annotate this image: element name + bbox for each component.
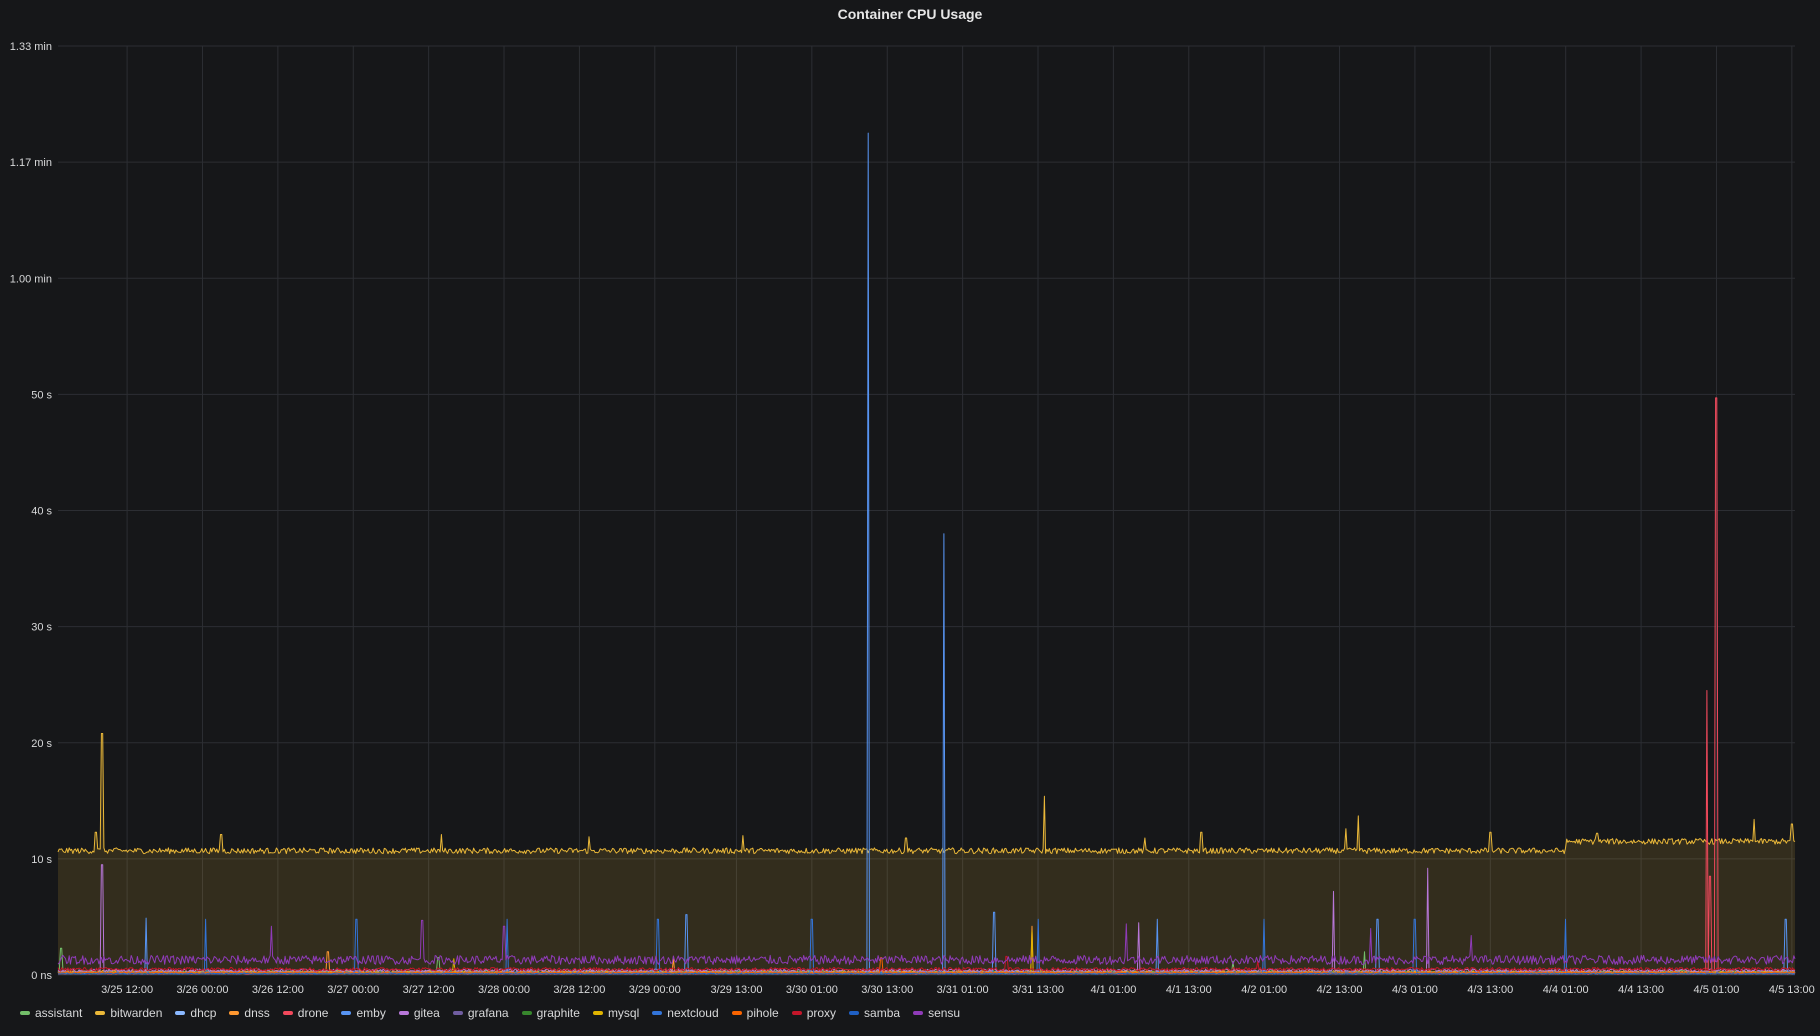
- x-tick-label: 3/25 12:00: [101, 984, 153, 996]
- x-tick-label: 4/3 01:00: [1392, 984, 1438, 996]
- legend-swatch: [592, 1011, 603, 1015]
- x-tick-label: 3/31 13:00: [1012, 984, 1064, 996]
- legend-item-samba[interactable]: samba: [849, 1006, 900, 1020]
- y-tick-label: 20 s: [31, 738, 52, 750]
- legend-swatch: [913, 1011, 924, 1015]
- legend-swatch: [731, 1011, 742, 1015]
- chart-grid: [58, 45, 1795, 976]
- legend-swatch: [95, 1011, 106, 1015]
- x-tick-label: 3/29 00:00: [629, 984, 681, 996]
- x-tick-label: 3/27 12:00: [403, 984, 455, 996]
- legend-label: mysql: [607, 1006, 640, 1020]
- legend-item-emby[interactable]: emby: [341, 1006, 386, 1020]
- x-tick-label: 3/30 01:00: [786, 984, 838, 996]
- legend-item-nextcloud[interactable]: nextcloud: [652, 1006, 719, 1020]
- chart-legend: assistant bitwarden dhcp dnss drone emby gitea…: [20, 1006, 960, 1020]
- legend-item-dnss[interactable]: dnss: [229, 1006, 270, 1020]
- legend-swatch: [175, 1011, 186, 1015]
- legend-label: proxy: [806, 1006, 837, 1020]
- legend-item-pihole[interactable]: pihole: [731, 1006, 779, 1020]
- legend-label: dhcp: [190, 1006, 217, 1020]
- legend-swatch: [652, 1011, 663, 1015]
- legend-swatch: [341, 1011, 352, 1015]
- legend-item-bitwarden[interactable]: bitwarden: [95, 1006, 162, 1020]
- legend-label: nextcloud: [667, 1006, 719, 1020]
- y-tick-label: 10 s: [31, 854, 52, 866]
- x-tick-label: 3/28 00:00: [478, 984, 530, 996]
- legend-label: pihole: [746, 1006, 779, 1020]
- x-tick-label: 4/1 13:00: [1166, 984, 1212, 996]
- legend-item-grafana[interactable]: grafana: [452, 1006, 509, 1020]
- y-tick-label: 1.33 min: [10, 41, 52, 53]
- legend-swatch: [521, 1011, 532, 1015]
- legend-item-graphite[interactable]: graphite: [521, 1006, 580, 1020]
- x-tick-label: 3/30 13:00: [861, 984, 913, 996]
- legend-item-proxy[interactable]: proxy: [791, 1006, 837, 1020]
- legend-swatch: [229, 1011, 240, 1015]
- x-tick-label: 4/4 01:00: [1543, 984, 1589, 996]
- series-line-emby: [57, 132, 1796, 974]
- x-tick-label: 3/26 00:00: [176, 984, 228, 996]
- legend-label: graphite: [536, 1006, 580, 1020]
- y-tick-label: 1.17 min: [10, 157, 52, 169]
- y-tick-label: 30 s: [31, 622, 52, 634]
- x-tick-label: 4/5 01:00: [1694, 984, 1740, 996]
- legend-label: sensu: [928, 1006, 961, 1020]
- x-tick-label: 4/3 13:00: [1467, 984, 1513, 996]
- legend-item-drone[interactable]: drone: [282, 1006, 329, 1020]
- y-tick-label: 50 s: [31, 389, 52, 401]
- y-tick-label: 0 ns: [31, 970, 52, 982]
- x-tick-label: 3/27 00:00: [327, 984, 379, 996]
- legend-item-dhcp[interactable]: dhcp: [175, 1006, 216, 1020]
- chart-lines: [57, 132, 1796, 975]
- x-tick-label: 4/4 13:00: [1618, 984, 1664, 996]
- legend-label: drone: [297, 1006, 329, 1020]
- y-tick-label: 1.00 min: [10, 273, 52, 285]
- x-tick-label: 4/2 13:00: [1317, 984, 1363, 996]
- x-tick-label: 4/2 01:00: [1241, 984, 1287, 996]
- legend-label: emby: [356, 1006, 386, 1020]
- legend-swatch: [398, 1011, 409, 1015]
- x-tick-label: 3/26 12:00: [252, 984, 304, 996]
- legend-label: samba: [864, 1006, 901, 1020]
- x-tick-label: 3/29 13:00: [710, 984, 762, 996]
- x-tick-label: 4/5 13:00: [1769, 984, 1815, 996]
- legend-swatch: [791, 1011, 802, 1015]
- legend-swatch: [20, 1011, 30, 1015]
- chart-fills: [58, 733, 1795, 975]
- legend-swatch: [282, 1011, 293, 1015]
- x-tick-label: 3/28 12:00: [553, 984, 605, 996]
- legend-label: assistant: [35, 1006, 83, 1020]
- legend-item-mysql[interactable]: mysql: [592, 1006, 640, 1020]
- legend-label: gitea: [413, 1006, 440, 1020]
- legend-label: dnss: [244, 1006, 270, 1020]
- legend-item-assistant[interactable]: assistant: [20, 1006, 82, 1020]
- legend-swatch: [849, 1011, 860, 1015]
- x-axis-labels: 3/25 12:00 3/26 00:00 3/26 12:00 3/27 00:00…: [101, 984, 1815, 996]
- legend-label: bitwarden: [110, 1006, 163, 1020]
- legend-label: grafana: [467, 1006, 509, 1020]
- series-line-bitwarden: [57, 733, 1796, 855]
- legend-item-gitea[interactable]: gitea: [398, 1006, 440, 1020]
- legend-item-sensu[interactable]: sensu: [913, 1006, 960, 1020]
- x-tick-label: 4/1 01:00: [1090, 984, 1136, 996]
- cpu-usage-chart[interactable]: 0 ns 10 s 20 s 30 s 40 s 50 s 1.00 min 1.17 min…: [0, 0, 1820, 1000]
- x-tick-label: 3/31 01:00: [937, 984, 989, 996]
- y-axis-labels: 0 ns 10 s 20 s 30 s 40 s 50 s 1.00 min 1.17 min…: [10, 41, 53, 982]
- y-tick-label: 40 s: [31, 506, 52, 518]
- legend-swatch: [452, 1011, 463, 1015]
- series-fill-bitwarden: [58, 733, 1795, 975]
